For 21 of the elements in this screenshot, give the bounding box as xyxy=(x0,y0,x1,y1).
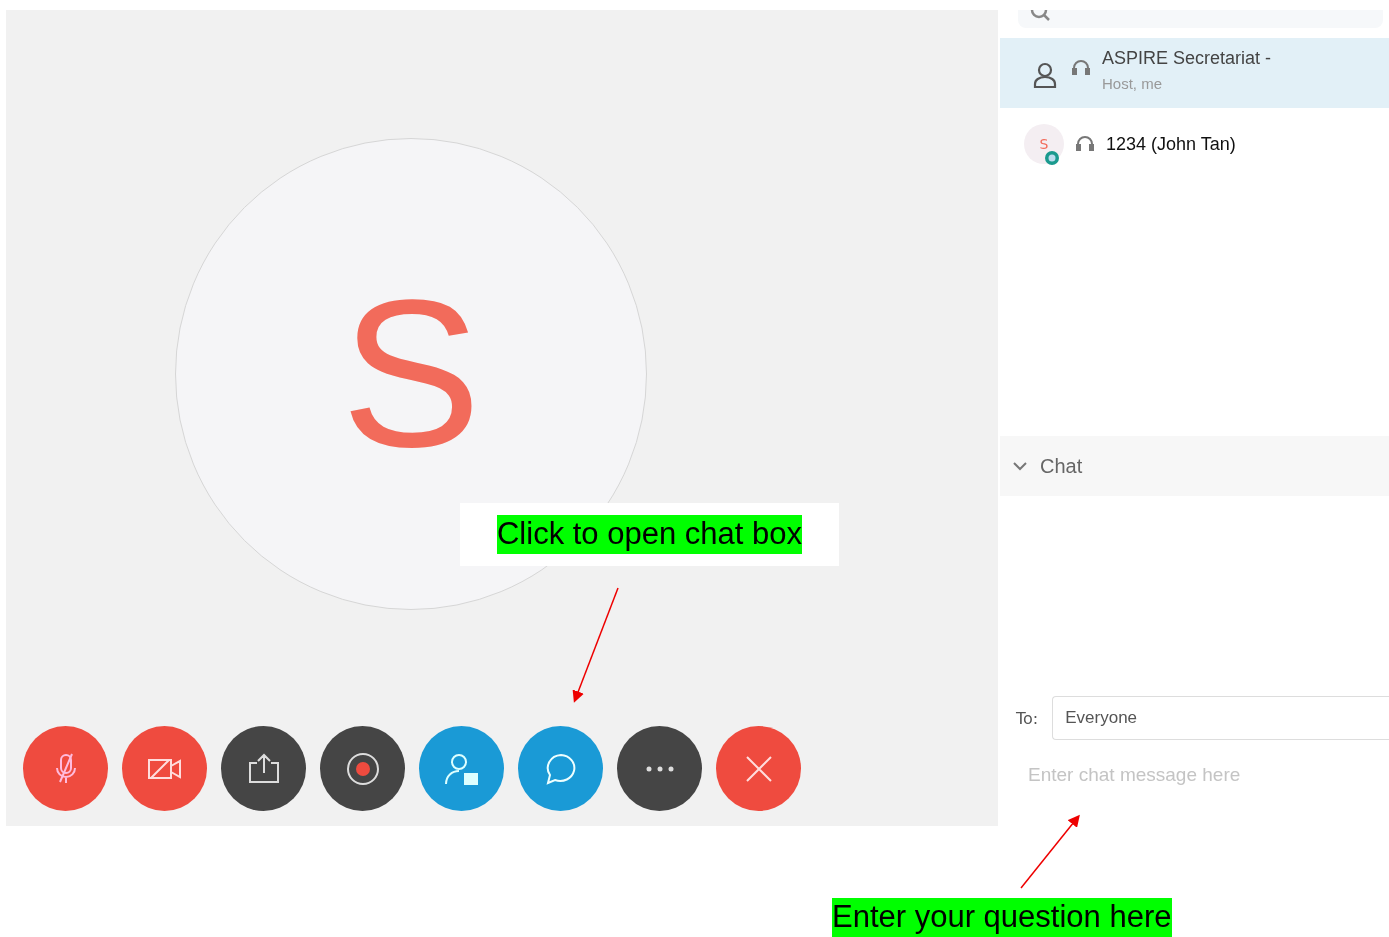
participant-name: ASPIRE Secretariat - xyxy=(1102,48,1272,69)
participant-row[interactable]: ASPIRE Secretariat - Host, me xyxy=(1000,38,1389,108)
status-badge-icon xyxy=(1044,150,1060,166)
share-icon xyxy=(246,752,281,785)
search-field[interactable] xyxy=(1018,10,1383,28)
chat-title: Chat xyxy=(1040,454,1083,478)
callout-text: Enter your question here xyxy=(832,898,1172,937)
record-icon xyxy=(345,751,380,786)
participant-row[interactable]: S 1234 (John Tan) xyxy=(1000,114,1389,184)
avatar-initial: S xyxy=(1039,136,1049,152)
to-label: To: xyxy=(1016,708,1039,728)
close-icon xyxy=(744,754,773,783)
recipient-field[interactable]: Everyone xyxy=(1052,696,1389,740)
participant-name: 1234 (John Tan) xyxy=(1106,134,1236,155)
avatar-initial: S xyxy=(340,269,482,479)
callout-text: Click to open chat box xyxy=(497,515,802,554)
search-icon xyxy=(1030,10,1052,22)
more-icon xyxy=(645,765,674,772)
chat-header[interactable]: Chat xyxy=(1000,436,1389,496)
participant-role: Host, me xyxy=(1102,75,1163,92)
participants-icon xyxy=(443,751,480,786)
